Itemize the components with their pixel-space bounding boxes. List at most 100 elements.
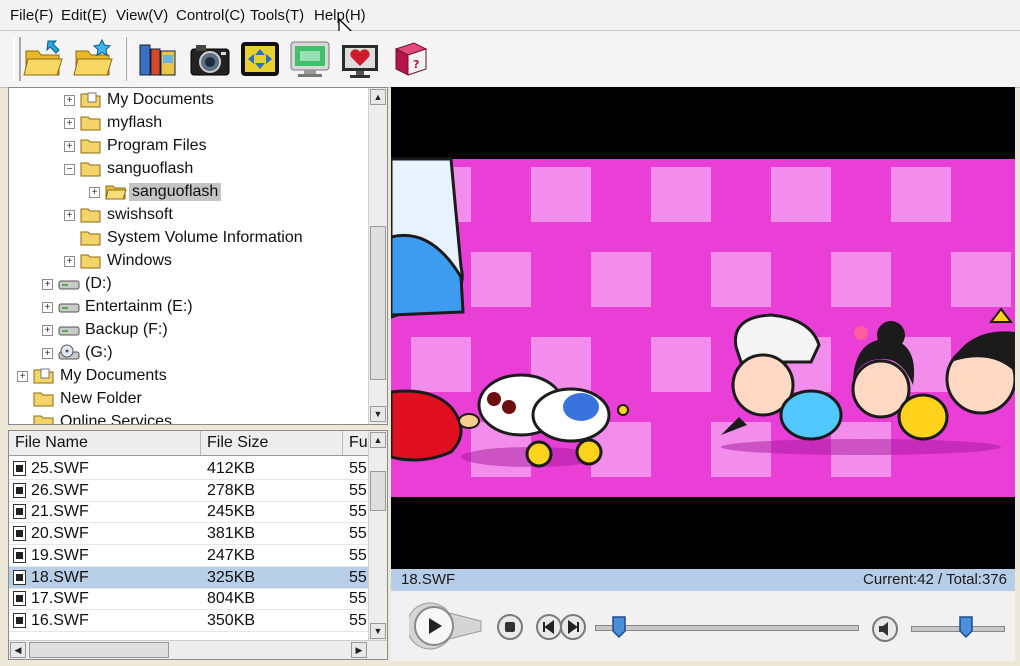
tree-item-label: My Documents (107, 91, 214, 108)
open-folder-icon[interactable] (22, 37, 66, 81)
scroll-up-button[interactable]: ▲ (370, 89, 386, 105)
list-horizontal-scrollbar[interactable]: ◀ ▶ (9, 640, 387, 659)
file-row[interactable]: 19.SWF 247KB 55 (9, 545, 369, 567)
tree-vertical-scrollbar[interactable]: ▲ ▼ (368, 88, 387, 424)
current-filename: 18.SWF (401, 571, 456, 588)
folder-icon (80, 162, 101, 177)
seek-slider-thumb[interactable] (611, 615, 627, 639)
scroll-thumb[interactable] (370, 471, 386, 511)
prev-next-buttons[interactable] (535, 613, 587, 641)
file-path-cell: 55 (349, 481, 367, 499)
stop-button[interactable] (496, 613, 524, 641)
tree-item-label: (D:) (85, 275, 112, 292)
frame-counter: Current:42 / Total:376 (863, 571, 1007, 588)
file-path-cell: 55 (349, 611, 367, 629)
column-full-path[interactable]: Fu (343, 431, 369, 455)
scroll-thumb[interactable] (29, 642, 169, 658)
expand-icon[interactable]: + (64, 210, 75, 221)
play-button[interactable] (409, 601, 485, 651)
scroll-up-button[interactable]: ▲ (370, 432, 386, 448)
flash-animation-frame (391, 87, 1015, 569)
tree-item-label: sanguoflash (107, 160, 194, 177)
monitor-icon[interactable] (288, 37, 332, 81)
library-icon[interactable] (136, 37, 180, 81)
favorite-folder-icon[interactable] (72, 37, 116, 81)
expand-icon[interactable]: + (42, 348, 53, 359)
expand-icon[interactable]: + (89, 187, 100, 198)
tree-item-label: My Documents (60, 367, 167, 384)
file-path-cell: 55 (349, 525, 367, 543)
column-file-name[interactable]: File Name (9, 431, 201, 455)
file-row[interactable]: 18.SWF 325KB 55 (9, 566, 369, 589)
swf-file-icon (13, 461, 26, 476)
open-folder-icon (105, 185, 127, 200)
expand-icon[interactable]: + (17, 371, 28, 382)
file-list[interactable]: File Name File Size Fu 25.SWF 412KB 55 26.S… (8, 430, 388, 660)
expand-icon[interactable]: + (64, 95, 75, 106)
menu-control[interactable]: Control(C) (176, 7, 245, 24)
drive-icon (58, 280, 80, 290)
fullscreen-icon[interactable] (238, 37, 282, 81)
scroll-thumb[interactable] (370, 226, 386, 380)
seek-track[interactable] (595, 625, 859, 631)
swf-file-icon (13, 504, 26, 520)
toolbar-grip[interactable] (13, 37, 21, 81)
file-path-cell: 55 (349, 546, 367, 564)
tree-item-label: Windows (107, 252, 172, 269)
scroll-down-button[interactable]: ▼ (370, 406, 386, 422)
scroll-down-button[interactable]: ▼ (370, 623, 386, 639)
file-row[interactable]: 21.SWF 245KB 55 (9, 501, 369, 524)
tree-item-label: New Folder (60, 390, 142, 407)
file-name-cell: 21.SWF (31, 503, 89, 521)
playback-controls (391, 591, 1015, 661)
video-viewport[interactable] (391, 87, 1015, 569)
drive-icon (58, 326, 80, 336)
swf-file-icon (13, 526, 26, 542)
column-file-size[interactable]: File Size (201, 431, 343, 455)
file-row[interactable]: 25.SWF 412KB 55 (9, 458, 369, 480)
file-name-cell: 19.SWF (31, 546, 89, 564)
stop-icon (505, 622, 515, 632)
scroll-right-button[interactable]: ▶ (351, 642, 367, 658)
file-size-cell: 278KB (207, 481, 256, 499)
help-book-icon[interactable]: ? (388, 37, 432, 81)
file-path-cell: 55 (349, 590, 367, 608)
file-path-cell: 55 (349, 460, 367, 477)
list-vertical-scrollbar[interactable]: ▲ ▼ (368, 431, 387, 641)
drive-icon (58, 303, 80, 313)
collapse-icon[interactable]: − (64, 164, 75, 175)
expand-icon[interactable]: + (42, 279, 53, 290)
menu-tools[interactable]: Tools(T) (250, 7, 304, 24)
playback-status-bar: 18.SWF Current:42 / Total:376 (391, 569, 1015, 591)
file-row[interactable]: 26.SWF 278KB 55 (9, 480, 369, 502)
svg-text:?: ? (413, 58, 419, 71)
file-row[interactable]: 16.SWF 350KB 55 (9, 610, 369, 632)
scroll-left-button[interactable]: ◀ (10, 642, 26, 658)
heart-screen-icon[interactable] (338, 37, 382, 81)
tree-item-label: myflash (107, 114, 163, 131)
expand-icon[interactable]: + (64, 256, 75, 267)
folder-icon (80, 254, 101, 269)
tree-item-label: System Volume Information (107, 229, 303, 246)
expand-icon[interactable]: + (64, 141, 75, 152)
folder-icon (80, 231, 101, 246)
expand-icon[interactable]: + (64, 118, 75, 129)
swf-file-icon (13, 569, 26, 585)
volume-slider-thumb[interactable] (958, 615, 974, 639)
menu-file[interactable]: File(F) (10, 7, 53, 24)
menu-view[interactable]: View(V) (116, 7, 168, 24)
mute-button[interactable] (871, 615, 899, 643)
folder-tree[interactable]: + My Documents + myflash + Program Files − sang… (8, 87, 388, 425)
file-row[interactable]: 20.SWF 381KB 55 (9, 523, 369, 546)
toolbar-separator (126, 37, 130, 81)
camera-icon[interactable] (188, 37, 232, 81)
file-row[interactable]: 17.SWF 804KB 55 (9, 588, 369, 611)
swf-file-icon (13, 591, 26, 607)
file-size-cell: 412KB (207, 460, 256, 477)
file-size-cell: 381KB (207, 525, 256, 543)
file-name-cell: 16.SWF (31, 611, 89, 629)
expand-icon[interactable]: + (42, 302, 53, 313)
expand-icon[interactable]: + (42, 325, 53, 336)
file-size-cell: 245KB (207, 503, 256, 521)
menu-edit[interactable]: Edit(E) (61, 7, 107, 24)
